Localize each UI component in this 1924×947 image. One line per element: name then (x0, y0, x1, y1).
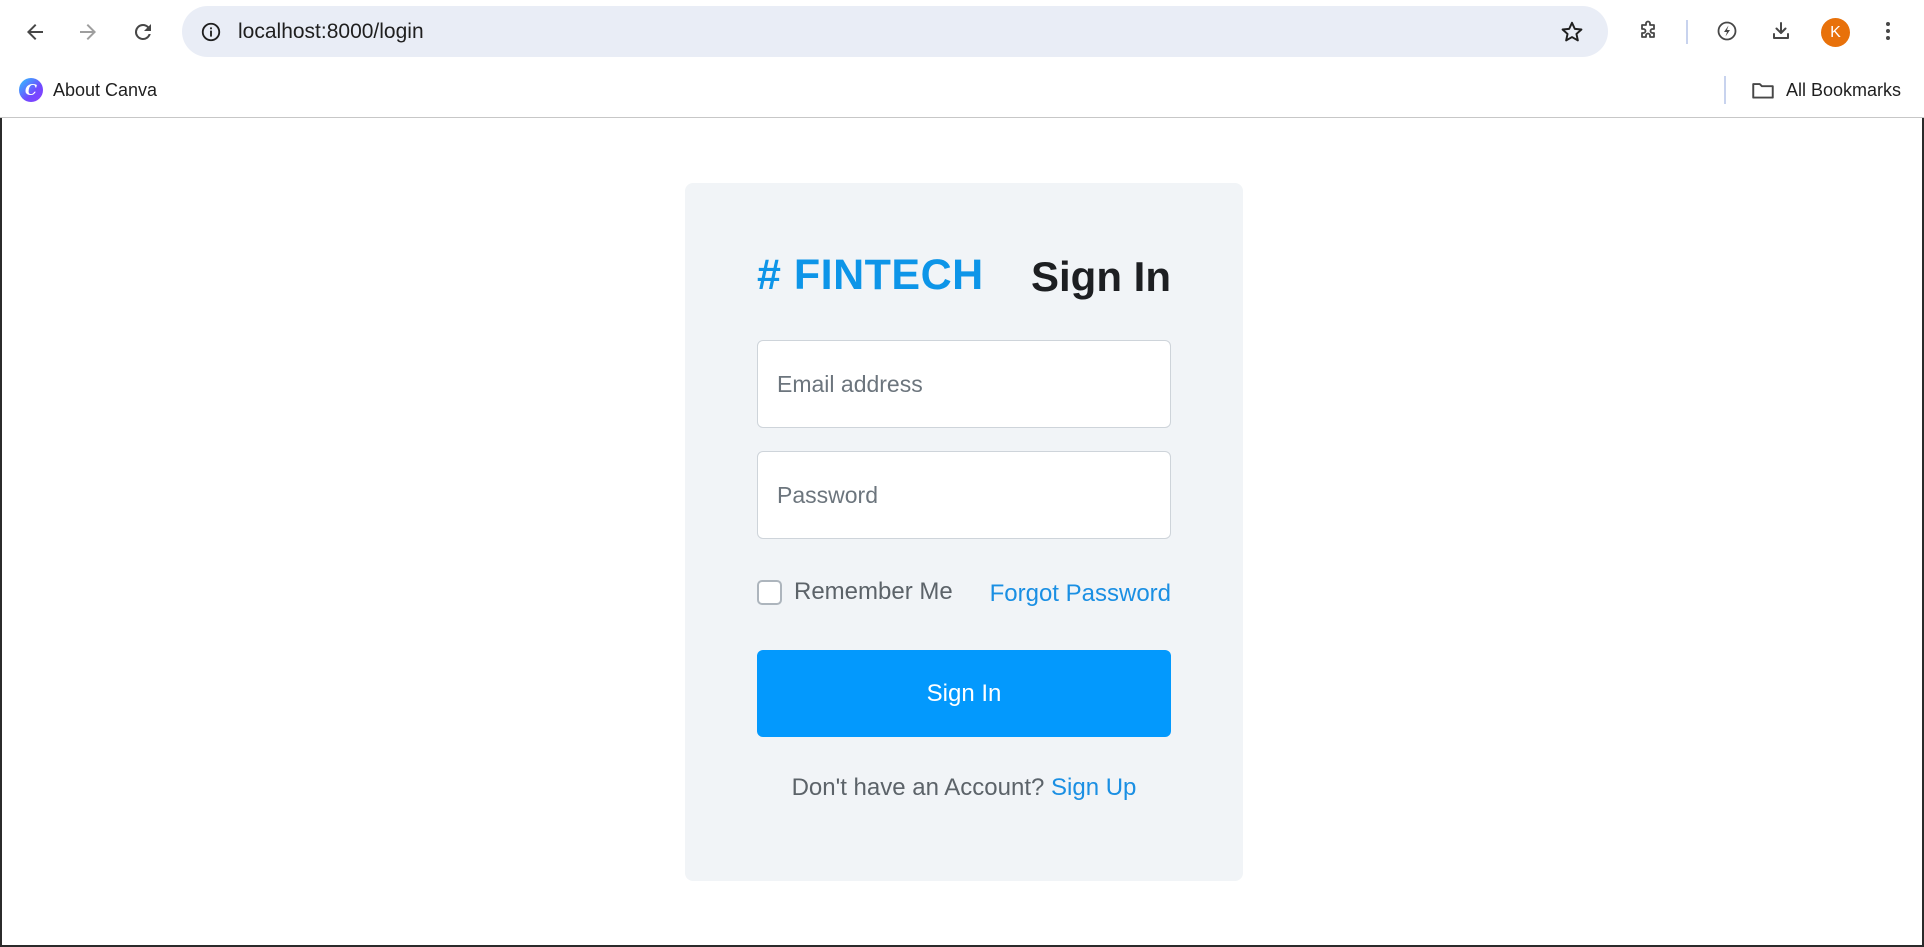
login-card: # FINTECH Sign In Remember Me Forgot Pas… (685, 183, 1243, 881)
bookmarks-divider (1724, 76, 1726, 104)
all-bookmarks-button[interactable]: All Bookmarks (1750, 73, 1901, 107)
forgot-password-link[interactable]: Forgot Password (990, 580, 1171, 608)
bookmark-about-canva[interactable]: C About Canva (19, 73, 157, 107)
sign-up-link[interactable]: Sign Up (1051, 774, 1136, 801)
forward-button[interactable] (68, 12, 108, 52)
download-icon (1773, 22, 1789, 39)
arrow-left-icon (27, 24, 43, 40)
more-vertical-icon (1886, 22, 1890, 40)
no-account-text: Don't have an Account? (791, 774, 1045, 801)
checkbox-box[interactable] (757, 579, 782, 605)
site-info-icon[interactable] (196, 17, 226, 47)
brand-logo: # FINTECH (757, 251, 984, 299)
toolbar-divider (1686, 20, 1688, 44)
folder-icon (1752, 83, 1774, 99)
sign-in-button[interactable]: Sign In (757, 650, 1171, 737)
bookmarks-bar: C About Canva All Bookmarks (0, 64, 1924, 118)
url-text[interactable]: localhost:8000/login (238, 6, 424, 57)
arrow-right-icon (80, 24, 96, 40)
downloads-button[interactable] (1761, 11, 1801, 51)
all-bookmarks-label: All Bookmarks (1786, 79, 1902, 100)
remember-me-label: Remember Me (794, 578, 953, 605)
bookmark-star-icon[interactable] (1558, 18, 1586, 46)
bookmark-label: About Canva (53, 79, 158, 100)
canva-logo-icon: C (19, 78, 43, 102)
signup-prompt: Don't have an Account? Sign Up (685, 774, 1243, 802)
password-field[interactable] (757, 451, 1171, 539)
page-title: Sign In (1031, 253, 1171, 300)
email-field[interactable] (757, 340, 1171, 428)
profile-avatar[interactable]: K (1821, 18, 1850, 47)
address-bar[interactable]: localhost:8000/login (182, 6, 1608, 57)
reload-icon (134, 23, 151, 40)
page-viewport: # FINTECH Sign In Remember Me Forgot Pas… (0, 118, 1924, 947)
puzzle-icon (1641, 20, 1655, 38)
performance-button[interactable] (1707, 11, 1747, 51)
leaf-speed-icon (1717, 21, 1737, 41)
browser-menu-button[interactable] (1868, 11, 1908, 51)
browser-toolbar: localhost:8000/login K (0, 0, 1924, 64)
extensions-button[interactable] (1628, 11, 1668, 51)
reload-button[interactable] (123, 12, 163, 52)
remember-me-checkbox[interactable]: Remember Me (757, 577, 953, 607)
back-button[interactable] (15, 12, 55, 52)
